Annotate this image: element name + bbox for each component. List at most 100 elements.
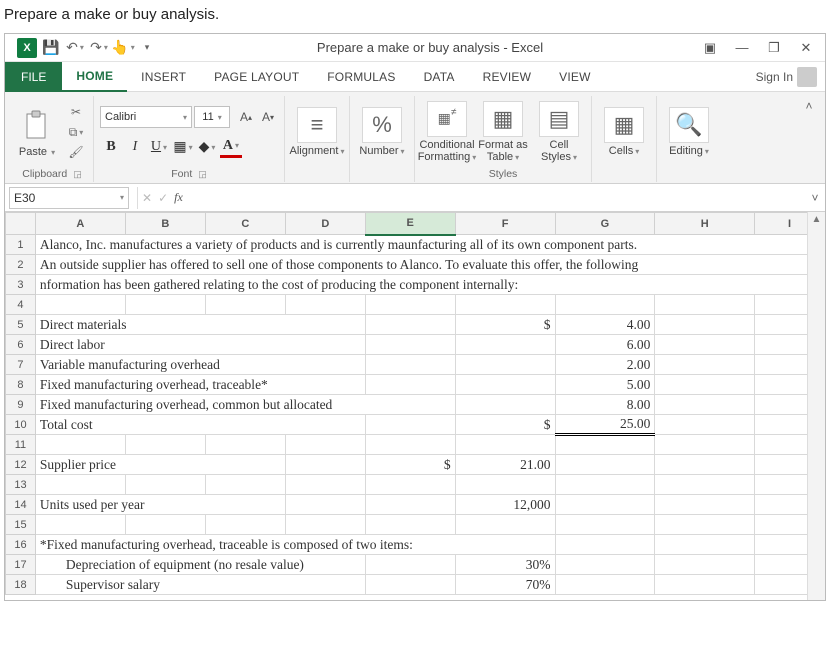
cell[interactable] bbox=[655, 315, 755, 335]
cell[interactable] bbox=[365, 515, 455, 535]
cell[interactable]: An outside supplier has offered to sell … bbox=[35, 255, 824, 275]
cell[interactable]: Fixed manufacturing overhead, traceable* bbox=[35, 375, 365, 395]
row-header[interactable]: 2 bbox=[6, 255, 36, 275]
cell[interactable]: Alanco, Inc. manufactures a variety of p… bbox=[35, 235, 824, 255]
cell[interactable]: Supplier price bbox=[35, 455, 285, 475]
cell[interactable] bbox=[655, 295, 755, 315]
cell-styles-icon[interactable]: ▤ bbox=[539, 101, 579, 137]
tab-formulas[interactable]: FORMULAS bbox=[313, 62, 409, 92]
col-header-E[interactable]: E bbox=[365, 213, 455, 235]
cell[interactable]: Direct materials bbox=[35, 315, 365, 335]
qat-customize-icon[interactable]: ▾ bbox=[137, 38, 157, 58]
cell[interactable] bbox=[555, 555, 655, 575]
name-box[interactable]: E30▾ bbox=[9, 187, 129, 209]
row-header[interactable]: 16 bbox=[6, 535, 36, 555]
cell[interactable] bbox=[455, 395, 555, 415]
row-header[interactable]: 5 bbox=[6, 315, 36, 335]
cell[interactable] bbox=[365, 295, 455, 315]
undo-icon[interactable]: ↶▾ bbox=[65, 38, 85, 58]
clipboard-launcher-icon[interactable]: ◲ bbox=[73, 169, 82, 180]
cell[interactable] bbox=[655, 455, 755, 475]
cell[interactable] bbox=[365, 335, 455, 355]
cell[interactable] bbox=[555, 535, 655, 555]
increase-font-icon[interactable]: A▴ bbox=[236, 106, 256, 128]
cell[interactable] bbox=[35, 515, 125, 535]
tab-home[interactable]: HOME bbox=[62, 62, 127, 92]
cell[interactable] bbox=[655, 475, 755, 495]
cell[interactable]: 25.00 bbox=[555, 415, 655, 435]
cell[interactable] bbox=[205, 515, 285, 535]
number-icon[interactable]: % bbox=[362, 107, 402, 143]
row-header[interactable]: 12 bbox=[6, 455, 36, 475]
cell[interactable] bbox=[655, 375, 755, 395]
cell[interactable] bbox=[125, 515, 205, 535]
cell[interactable] bbox=[455, 435, 555, 455]
cell[interactable] bbox=[655, 355, 755, 375]
cell[interactable]: nformation has been gathered relating to… bbox=[35, 275, 824, 295]
underline-button[interactable]: U▾ bbox=[148, 136, 170, 158]
col-header-C[interactable]: C bbox=[205, 213, 285, 235]
cell[interactable]: $ bbox=[455, 315, 555, 335]
cell[interactable]: 21.00 bbox=[455, 455, 555, 475]
cell[interactable] bbox=[285, 295, 365, 315]
cell[interactable] bbox=[655, 555, 755, 575]
cell[interactable] bbox=[35, 295, 125, 315]
cells-icon[interactable]: ▦ bbox=[604, 107, 644, 143]
cell[interactable] bbox=[555, 475, 655, 495]
cell[interactable] bbox=[205, 295, 285, 315]
copy-icon[interactable]: ⧉▾ bbox=[65, 123, 87, 141]
col-header-D[interactable]: D bbox=[285, 213, 365, 235]
cell[interactable]: 70% bbox=[455, 575, 555, 595]
col-header-B[interactable]: B bbox=[125, 213, 205, 235]
border-button[interactable]: ▦▾ bbox=[172, 136, 194, 158]
row-header[interactable]: 10 bbox=[6, 415, 36, 435]
collapse-ribbon-icon[interactable]: ˄ bbox=[799, 96, 819, 116]
font-color-button[interactable]: A▾ bbox=[220, 136, 242, 158]
cell[interactable] bbox=[555, 575, 655, 595]
col-header-A[interactable]: A bbox=[35, 213, 125, 235]
cell[interactable] bbox=[285, 475, 365, 495]
cell[interactable] bbox=[655, 335, 755, 355]
cell[interactable]: 6.00 bbox=[555, 335, 655, 355]
cell[interactable] bbox=[455, 515, 555, 535]
spreadsheet-grid[interactable]: ABCDEFGHI 1Alanco, Inc. manufactures a v… bbox=[5, 212, 825, 595]
bold-button[interactable]: B bbox=[100, 136, 122, 158]
cell[interactable]: 12,000 bbox=[455, 495, 555, 515]
select-all-corner[interactable] bbox=[6, 213, 36, 235]
save-icon[interactable]: 💾 bbox=[41, 38, 61, 58]
conditional-formatting-icon[interactable]: ▦≠ bbox=[427, 101, 467, 137]
ribbon-options-icon[interactable]: ▣ bbox=[697, 37, 723, 59]
cell[interactable] bbox=[655, 395, 755, 415]
restore-icon[interactable]: ❐ bbox=[761, 37, 787, 59]
cell[interactable] bbox=[655, 415, 755, 435]
row-header[interactable]: 13 bbox=[6, 475, 36, 495]
tab-insert[interactable]: INSERT bbox=[127, 62, 200, 92]
cell[interactable] bbox=[125, 475, 205, 495]
cell[interactable] bbox=[655, 535, 755, 555]
cell[interactable]: Direct labor bbox=[35, 335, 365, 355]
cell[interactable] bbox=[205, 475, 285, 495]
cell[interactable] bbox=[35, 475, 125, 495]
cell[interactable] bbox=[365, 355, 455, 375]
row-header[interactable]: 8 bbox=[6, 375, 36, 395]
cell[interactable]: Fixed manufacturing overhead, common but… bbox=[35, 395, 455, 415]
decrease-font-icon[interactable]: A▾ bbox=[258, 106, 278, 128]
cut-icon[interactable]: ✂ bbox=[65, 103, 87, 121]
cell[interactable] bbox=[365, 375, 455, 395]
alignment-icon[interactable]: ≡ bbox=[297, 107, 337, 143]
cell[interactable] bbox=[555, 495, 655, 515]
tab-file[interactable]: FILE bbox=[5, 62, 62, 92]
row-header[interactable]: 3 bbox=[6, 275, 36, 295]
cancel-formula-icon[interactable]: ✕ bbox=[142, 191, 152, 205]
row-header[interactable]: 18 bbox=[6, 575, 36, 595]
cell[interactable]: 8.00 bbox=[555, 395, 655, 415]
redo-icon[interactable]: ↷▾ bbox=[89, 38, 109, 58]
row-header[interactable]: 15 bbox=[6, 515, 36, 535]
row-header[interactable]: 9 bbox=[6, 395, 36, 415]
cell[interactable] bbox=[285, 455, 365, 475]
font-launcher-icon[interactable]: ◲ bbox=[198, 169, 207, 180]
col-header-F[interactable]: F bbox=[455, 213, 555, 235]
vertical-scrollbar[interactable]: ▲ bbox=[807, 212, 825, 600]
cell[interactable] bbox=[365, 575, 455, 595]
cell[interactable]: Variable manufacturing overhead bbox=[35, 355, 365, 375]
